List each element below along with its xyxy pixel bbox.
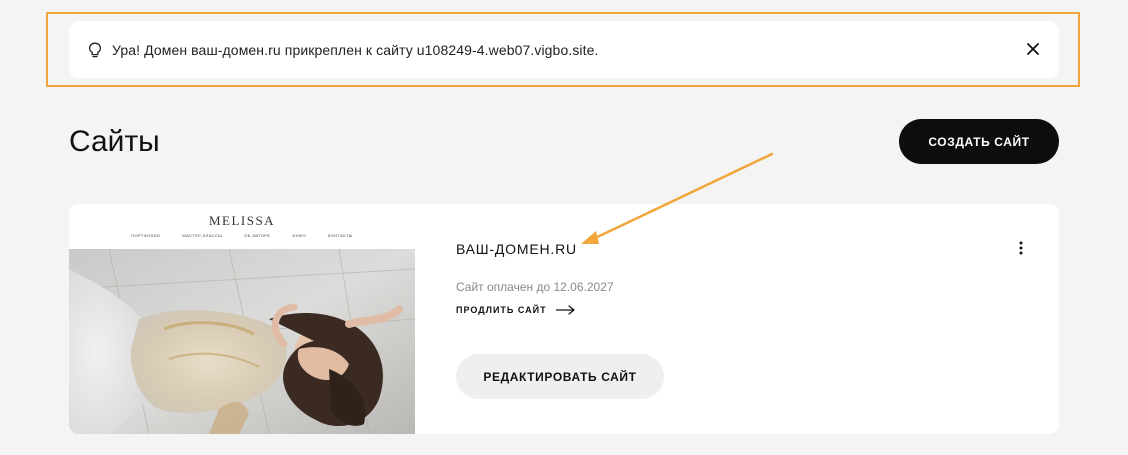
site-name[interactable]: ВАШ-ДОМЕН.RU — [456, 241, 577, 257]
kebab-menu-icon[interactable] — [1012, 240, 1030, 256]
arrow-right-icon — [555, 305, 575, 315]
highlight-frame — [46, 12, 1080, 87]
site-preview[interactable]: MELISSA ПОРТФОЛИО МАСТЕР-КЛАССЫ ОБ АВТОР… — [69, 204, 415, 434]
paid-status: Сайт оплачен до 12.06.2027 — [456, 280, 614, 294]
create-site-button[interactable]: СОЗДАТЬ САЙТ — [899, 119, 1059, 164]
preview-nav-item: ОБ АВТОРЕ — [244, 233, 271, 238]
site-card: MELISSA ПОРТФОЛИО МАСТЕР-КЛАССЫ ОБ АВТОР… — [69, 204, 1059, 434]
preview-nav-item: ПОРТФОЛИО — [131, 233, 161, 238]
preview-logo: MELISSA — [208, 213, 276, 228]
preview-nav-item: МАСТЕР-КЛАССЫ — [182, 233, 223, 238]
extend-site-label: ПРОДЛИТЬ САЙТ — [456, 305, 547, 315]
edit-site-button[interactable]: РЕДАКТИРОВАТЬ САЙТ — [456, 354, 664, 399]
preview-nav-item: КОНТАКТЫ — [327, 233, 353, 238]
preview-photo — [69, 249, 415, 434]
extend-site-link[interactable]: ПРОДЛИТЬ САЙТ — [456, 305, 576, 315]
preview-header: MELISSA ПОРТФОЛИО МАСТЕР-КЛАССЫ ОБ АВТОР… — [69, 204, 415, 249]
preview-nav-item: ИНФО — [292, 233, 306, 238]
preview-nav: ПОРТФОЛИО МАСТЕР-КЛАССЫ ОБ АВТОРЕ ИНФО К… — [69, 233, 415, 238]
page-title: Сайты — [69, 125, 160, 158]
